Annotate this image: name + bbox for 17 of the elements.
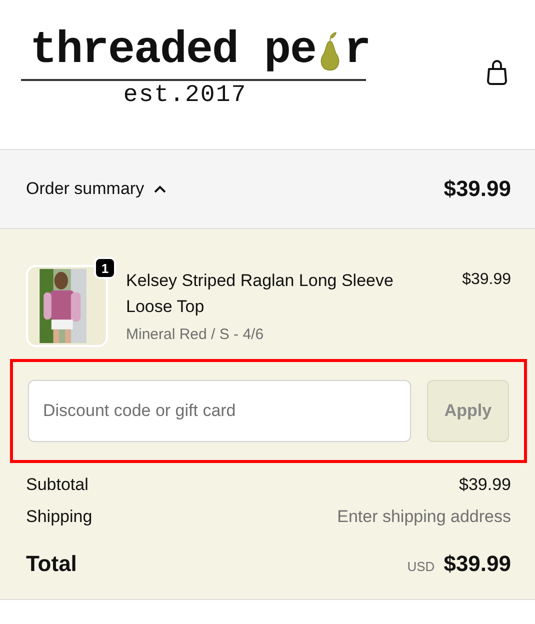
total-amount: $39.99 [444, 551, 511, 577]
product-variant: Mineral Red / S - 4/6 [126, 326, 265, 343]
quantity-badge: 1 [94, 257, 116, 279]
summary-total: $39.99 [444, 176, 511, 202]
line-label: Shipping [26, 507, 92, 527]
logo-text: r [344, 28, 370, 73]
total-label: Total [26, 551, 77, 577]
product-name: Kelsey Striped Raglan Long Sleeve Loose Top [126, 270, 394, 318]
product-price: $39.99 [462, 270, 511, 289]
shopping-bag-icon[interactable] [485, 60, 509, 86]
logo-text: threaded pe [30, 28, 316, 73]
logo-tagline: est.2017 [123, 82, 247, 109]
order-summary-toggle[interactable]: Order summary [26, 179, 166, 199]
line-value: Enter shipping address [337, 507, 511, 527]
line-value: $39.99 [459, 475, 511, 495]
currency-label: USD [407, 559, 435, 574]
line-label: Subtotal [26, 475, 88, 495]
